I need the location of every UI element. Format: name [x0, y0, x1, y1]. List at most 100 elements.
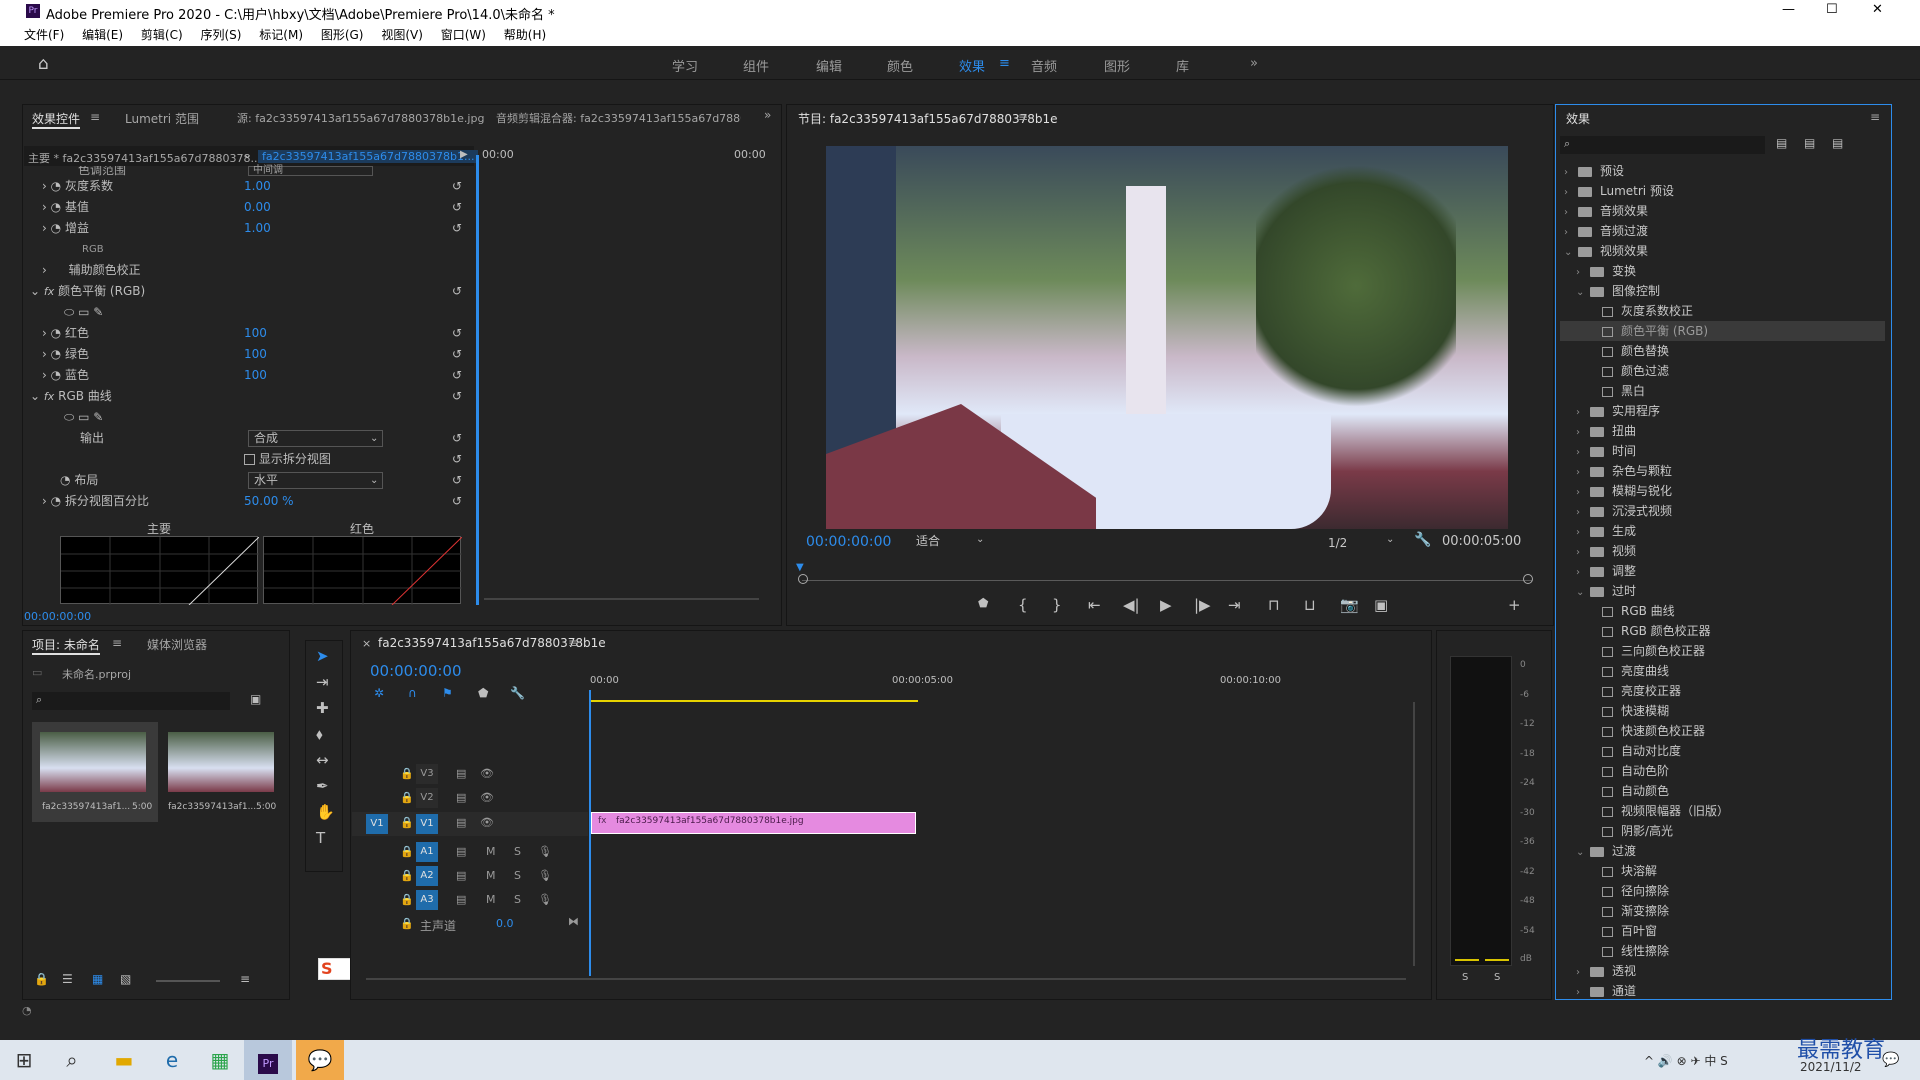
tab-source[interactable]: 源: fa2c33597413af155a67d7880378b1e.jpg	[237, 110, 484, 126]
ec-playhead[interactable]	[476, 155, 479, 605]
chevron-right-icon[interactable]: ›	[1576, 543, 1590, 563]
ec-dropdown-chevron-icon[interactable]: ⌄	[243, 148, 252, 161]
ripple-edit-tool-icon[interactable]: ✚	[316, 699, 329, 717]
effects-folder[interactable]: › 音频效果	[1560, 201, 1885, 221]
reset-icon[interactable]: ↺	[452, 281, 462, 302]
tab-lumetri-scopes[interactable]: Lumetri 范围	[125, 110, 199, 127]
timeline-horizontal-scrollbar[interactable]	[366, 978, 1406, 980]
type-tool-icon[interactable]: T	[316, 829, 325, 847]
effects-panel-title[interactable]: 效果	[1566, 110, 1590, 127]
slip-tool-icon[interactable]: ↔	[316, 751, 329, 769]
effects-folder[interactable]: ⌄ 过时	[1560, 581, 1885, 601]
mic-icon[interactable]: 🎙	[538, 845, 552, 858]
ec-clip-label[interactable]: fa2c33597413af155a67d7880378b1...	[258, 150, 479, 163]
reset-icon[interactable]: ↺	[452, 323, 462, 344]
stopwatch-icon[interactable]: ◔	[51, 368, 61, 382]
menu-graphics[interactable]: 图形(G)	[321, 24, 364, 46]
add-marker-icon[interactable]: ⬟	[478, 686, 488, 700]
project-item[interactable]: fa2c33597413af1... 5:00	[166, 722, 282, 822]
effects-folder[interactable]: › 预设	[1560, 161, 1885, 181]
lock-icon[interactable]: 🔒	[400, 767, 414, 780]
effects-folder[interactable]: › 实用程序	[1560, 401, 1885, 421]
effects-item[interactable]: 灰度系数校正	[1560, 301, 1885, 321]
effects-item[interactable]: 块溶解	[1560, 861, 1885, 881]
notification-icon[interactable]: 💬	[1882, 1052, 1899, 1068]
red-curve-graph[interactable]	[264, 536, 463, 606]
track-label[interactable]: V2	[416, 788, 438, 808]
eye-icon[interactable]: 👁	[480, 816, 494, 829]
workspace-assembly[interactable]: 组件	[743, 56, 769, 75]
minimize-icon[interactable]: —	[1782, 2, 1795, 17]
solo-right-button[interactable]: S	[1494, 972, 1500, 983]
tab-media-browser[interactable]: 媒体浏览器	[147, 636, 207, 653]
stopwatch-icon[interactable]: ◔	[51, 179, 61, 193]
sort-icon[interactable]: ≡	[240, 972, 250, 986]
icon-view-icon[interactable]: ▦	[92, 972, 103, 986]
chevron-down-icon[interactable]: ⌄	[1564, 243, 1578, 263]
reset-icon[interactable]: ↺	[452, 470, 462, 491]
sogou-icon[interactable]: S	[321, 959, 333, 978]
effects-folder[interactable]: › 杂色与颗粒	[1560, 461, 1885, 481]
windows-start-icon[interactable]: ⊞	[0, 1040, 48, 1080]
effects-folder[interactable]: › 通道	[1560, 981, 1885, 1001]
reset-icon[interactable]: ↺	[452, 386, 462, 407]
list-view-icon[interactable]: ☰	[62, 972, 73, 986]
home-icon[interactable]: ⌂	[38, 54, 49, 74]
ec-play-only-icon[interactable]: ▶	[460, 149, 468, 160]
effects-item[interactable]: 视频限幅器（旧版）	[1560, 801, 1885, 821]
audio-meter[interactable]	[1450, 656, 1512, 966]
close-tab-icon[interactable]: ×	[362, 637, 371, 650]
effects-folder[interactable]: › 视频	[1560, 541, 1885, 561]
32bit-effects-icon[interactable]: ▤	[1804, 136, 1815, 150]
effects-item[interactable]: 阴影/高光	[1560, 821, 1885, 841]
workspace-libraries[interactable]: 库	[1176, 56, 1189, 75]
tab-project[interactable]: 项目: 未命名	[32, 636, 100, 655]
reset-icon[interactable]: ↺	[452, 218, 462, 239]
split-view-checkbox[interactable]	[244, 454, 255, 465]
program-scrub-bar[interactable]	[802, 580, 1532, 581]
solo-button[interactable]: S	[514, 869, 521, 882]
linked-selection-icon[interactable]: ⚑	[442, 686, 453, 700]
add-marker-icon[interactable]: ⬟	[978, 596, 988, 610]
freeform-view-icon[interactable]: ▧	[120, 972, 131, 986]
workspace-editing[interactable]: 编辑	[816, 56, 842, 75]
timeline-settings-icon[interactable]: 🔧	[510, 686, 525, 700]
fx-row[interactable]: ⌄ fx RGB 曲线 ↺	[24, 386, 474, 407]
hand-tool-icon[interactable]: ✋	[316, 803, 335, 821]
stopwatch-icon[interactable]: ◔	[51, 494, 61, 508]
menu-edit[interactable]: 编辑(E)	[82, 24, 123, 46]
rect-mask-icon[interactable]: ▭	[78, 305, 89, 319]
mic-icon[interactable]: 🎙	[538, 893, 552, 906]
edge-icon[interactable]: e	[148, 1040, 196, 1080]
effects-item[interactable]: 自动对比度	[1560, 741, 1885, 761]
lock-icon[interactable]: 🔒	[400, 869, 414, 882]
source-patch-v1[interactable]: V1	[366, 814, 388, 834]
lock-icon[interactable]: 🔒	[400, 845, 414, 858]
zoom-handle-right-icon[interactable]	[1523, 574, 1533, 584]
premiere-taskbar-icon[interactable]: Pr	[244, 1040, 292, 1080]
ec-master-label[interactable]: 主要 * fa2c33597413af155a67d7880378...	[28, 150, 261, 166]
new-bin-icon[interactable]: ▣	[250, 692, 261, 706]
layout-select[interactable]: 水平	[248, 472, 383, 489]
effects-item[interactable]: 百叶窗	[1560, 921, 1885, 941]
solo-button[interactable]: S	[514, 893, 521, 906]
effects-item[interactable]: 黑白	[1560, 381, 1885, 401]
effects-folder[interactable]: › 变换	[1560, 261, 1885, 281]
chevron-right-icon[interactable]: ›	[1564, 223, 1578, 243]
wrench-icon[interactable]: 🔧	[1414, 532, 1431, 548]
effects-item[interactable]: 自动颜色	[1560, 781, 1885, 801]
compare-view-icon[interactable]: ▣	[1374, 596, 1388, 614]
step-forward-icon[interactable]: |▶	[1194, 596, 1211, 614]
razor-tool-icon[interactable]: ⬧	[316, 725, 323, 743]
effects-search-input[interactable]: ⌕	[1560, 136, 1765, 154]
effects-item[interactable]: RGB 曲线	[1560, 601, 1885, 621]
chevron-down-icon[interactable]: ⌄	[1576, 283, 1590, 303]
chevron-right-icon[interactable]: ›	[1576, 443, 1590, 463]
program-video-frame[interactable]	[826, 146, 1508, 529]
master-curve-graph[interactable]	[61, 536, 260, 606]
reset-icon[interactable]: ↺	[452, 344, 462, 365]
extract-icon[interactable]: ⊔	[1304, 596, 1316, 614]
sync-lock-icon[interactable]: ▤	[456, 816, 466, 829]
effects-item[interactable]: RGB 颜色校正器	[1560, 621, 1885, 641]
yuv-effects-icon[interactable]: ▤	[1832, 136, 1843, 150]
